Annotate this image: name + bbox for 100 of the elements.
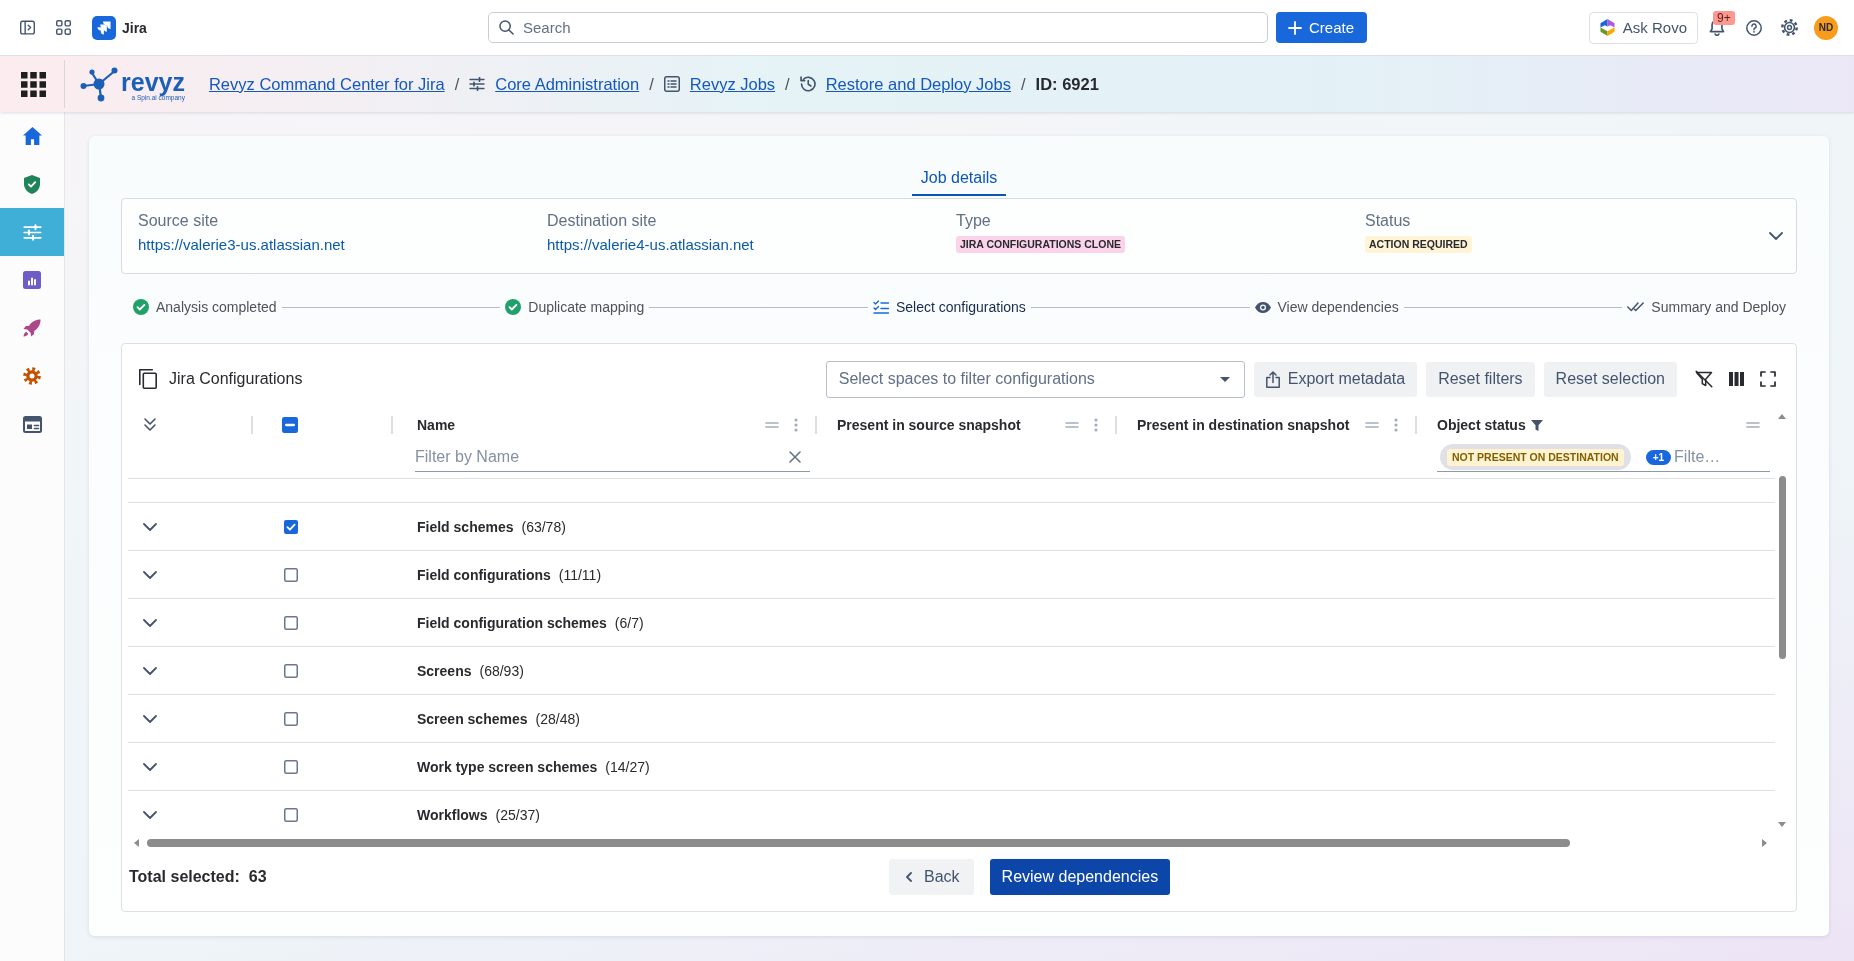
field-label: Status bbox=[1365, 211, 1412, 230]
drag-handle-icon[interactable] bbox=[1746, 422, 1760, 428]
upload-icon bbox=[1265, 370, 1280, 388]
column-header[interactable]: Present in source snapshot bbox=[837, 417, 1021, 433]
user-avatar[interactable]: ND bbox=[1814, 15, 1838, 40]
row-checkbox[interactable] bbox=[284, 807, 298, 822]
logo-wordmark: revyz bbox=[121, 68, 185, 96]
drag-handle-icon[interactable] bbox=[765, 422, 779, 428]
fullscreen-icon[interactable] bbox=[1760, 371, 1776, 387]
field-label: Source site bbox=[138, 211, 220, 230]
scrollbar-thumb[interactable] bbox=[147, 838, 1570, 847]
drag-handle-icon[interactable] bbox=[1365, 422, 1379, 428]
copy-icon bbox=[139, 369, 157, 389]
column-header[interactable]: Object status bbox=[1437, 417, 1526, 433]
filter-input[interactable]: Filte… bbox=[1674, 443, 1770, 471]
rocket-icon bbox=[23, 319, 41, 337]
filter-off-icon[interactable] bbox=[1695, 370, 1713, 388]
hexagon-icon bbox=[1599, 19, 1615, 36]
breadcrumb-link[interactable]: Restore and Deploy Jobs bbox=[825, 74, 1011, 94]
toolbar-button[interactable]: Reset selection bbox=[1543, 361, 1677, 397]
step-label: Duplicate mapping bbox=[528, 299, 645, 315]
breadcrumb-link[interactable]: Revyz Command Center for Jira bbox=[208, 74, 445, 94]
space-filter-dropdown[interactable]: Select spaces to filter configurations bbox=[825, 360, 1245, 398]
site-link[interactable]: https://valerie4-us.atlassian.net bbox=[547, 235, 754, 253]
toolbar-button[interactable]: Reset filters bbox=[1426, 361, 1535, 397]
back-button[interactable]: Back bbox=[889, 859, 974, 895]
caret-left-icon[interactable] bbox=[134, 838, 139, 847]
list-icon bbox=[663, 76, 680, 92]
config-name: Work type screen schemes bbox=[417, 758, 598, 775]
config-count: (6/7) bbox=[614, 614, 644, 631]
row-checkbox[interactable] bbox=[284, 615, 298, 630]
help-icon[interactable] bbox=[1746, 19, 1762, 36]
breadcrumb-separator: / bbox=[785, 74, 790, 94]
caret-up-icon[interactable] bbox=[1778, 414, 1786, 419]
step-label: Analysis completed bbox=[156, 299, 277, 315]
drag-handle-icon[interactable] bbox=[1065, 422, 1079, 428]
create-button[interactable]: Create bbox=[1276, 12, 1368, 43]
column-header[interactable]: Present in destination snapshot bbox=[1137, 417, 1350, 433]
tag: ACTION REQUIRED bbox=[1365, 235, 1472, 253]
config-name: Field configurations bbox=[417, 566, 551, 583]
chevron-down-icon[interactable] bbox=[143, 762, 157, 771]
history-icon bbox=[799, 76, 816, 92]
config-name: Field configuration schemes bbox=[417, 614, 607, 631]
filter-field[interactable]: NOT PRESENT ON DESTINATION +1 Filte… bbox=[1437, 443, 1770, 472]
caret-down-icon[interactable] bbox=[1778, 822, 1786, 827]
config-name: Screens bbox=[417, 662, 472, 679]
home-icon bbox=[22, 127, 42, 145]
toolbar-button[interactable]: Export metadata bbox=[1253, 361, 1418, 397]
step-label: Summary and Deploy bbox=[1651, 299, 1786, 315]
config-name: Field schemes bbox=[417, 518, 514, 535]
chevron-down-icon[interactable] bbox=[143, 618, 157, 627]
sliders-icon bbox=[469, 77, 486, 91]
apps-grid-icon[interactable] bbox=[56, 20, 71, 35]
step-label: View dependencies bbox=[1277, 299, 1399, 315]
search-field[interactable]: Search bbox=[488, 12, 1268, 43]
sidebar-toggle-icon[interactable] bbox=[20, 20, 35, 35]
breadcrumb-separator: / bbox=[1020, 74, 1026, 94]
tag: JIRA CONFIGURATIONS CLONE bbox=[956, 235, 1125, 253]
chevron-down-icon[interactable] bbox=[143, 810, 157, 819]
row-checkbox[interactable] bbox=[284, 519, 298, 534]
caret-down-icon bbox=[1219, 376, 1230, 382]
app-logo-icon[interactable] bbox=[92, 15, 116, 40]
ask-rovo-button[interactable]: Ask Rovo bbox=[1588, 11, 1698, 44]
settings-icon[interactable] bbox=[1781, 19, 1798, 36]
tab[interactable]: Job details bbox=[911, 160, 1007, 196]
config-count: (63/78) bbox=[521, 518, 566, 535]
notification-badge: 9+ bbox=[1713, 11, 1735, 25]
breadcrumb-link[interactable]: Core Administration bbox=[495, 74, 640, 94]
column-header[interactable]: Name bbox=[417, 417, 456, 433]
row-checkbox[interactable] bbox=[284, 663, 298, 678]
review-dependencies-button[interactable]: Review dependencies bbox=[989, 859, 1171, 895]
app-switcher-icon[interactable] bbox=[21, 71, 46, 97]
chevron-down-icon[interactable] bbox=[143, 570, 157, 579]
row-checkbox[interactable] bbox=[284, 759, 298, 774]
chevron-down-icon[interactable] bbox=[143, 522, 157, 531]
config-count: (68/93) bbox=[479, 662, 524, 679]
filter-field[interactable]: Filter by Name bbox=[415, 443, 810, 472]
columns-icon[interactable] bbox=[1729, 372, 1744, 386]
double-chevron-down-icon[interactable] bbox=[144, 418, 156, 431]
search-icon bbox=[499, 20, 514, 35]
scrollbar-thumb[interactable] bbox=[1778, 476, 1786, 659]
chevron-down-icon[interactable] bbox=[143, 714, 157, 723]
filter-chip[interactable]: NOT PRESENT ON DESTINATION bbox=[1440, 444, 1631, 470]
caret-right-icon[interactable] bbox=[1762, 838, 1767, 847]
chevron-down-icon[interactable] bbox=[1769, 232, 1783, 240]
select-all-checkbox[interactable] bbox=[282, 417, 298, 433]
site-link[interactable]: https://valerie3-us.atlassian.net bbox=[138, 235, 345, 253]
config-count: (11/11) bbox=[558, 566, 602, 583]
product-name: Jira bbox=[122, 19, 147, 36]
network-logo-icon bbox=[80, 66, 118, 102]
breadcrumb-link[interactable]: Revyz Jobs bbox=[689, 74, 776, 94]
total-label: Total selected: bbox=[129, 868, 240, 886]
config-name: Screen schemes bbox=[417, 710, 528, 727]
row-checkbox[interactable] bbox=[284, 711, 298, 726]
close-icon[interactable] bbox=[789, 451, 801, 463]
row-checkbox[interactable] bbox=[284, 567, 298, 582]
chevron-down-icon[interactable] bbox=[143, 666, 157, 675]
config-count: (25/37) bbox=[495, 806, 540, 823]
chevron-left-icon bbox=[906, 872, 912, 882]
filter-icon[interactable] bbox=[1530, 419, 1543, 431]
